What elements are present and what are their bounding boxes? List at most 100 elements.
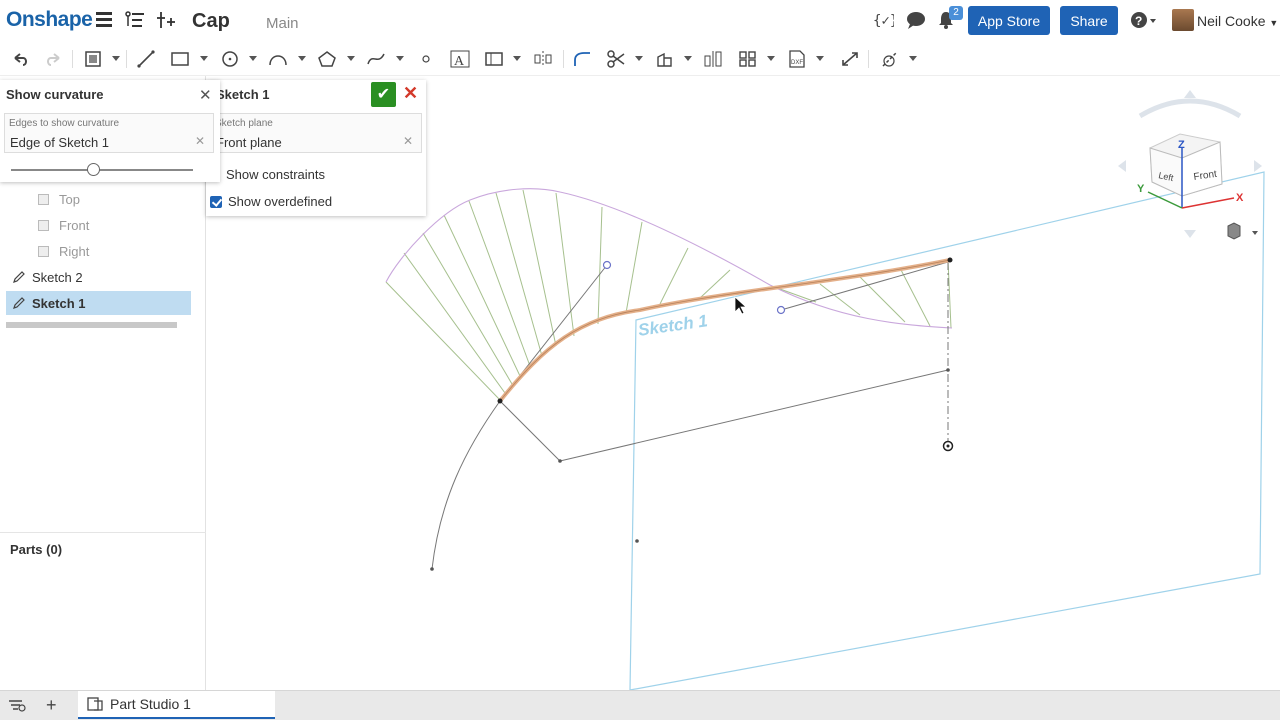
- spline-endpoint: [497, 398, 503, 404]
- view-mode-icon: [1227, 222, 1241, 240]
- tree-scrollbar[interactable]: [6, 322, 177, 328]
- svg-text:A: A: [454, 54, 465, 68]
- tab-manager-icon[interactable]: [8, 698, 26, 712]
- parts-header[interactable]: Parts (0): [10, 542, 62, 557]
- redo-icon[interactable]: [44, 50, 64, 68]
- view-cube[interactable]: Left Front Z X Y: [1110, 86, 1280, 246]
- help-icon[interactable]: ?: [1130, 11, 1156, 31]
- comments-icon[interactable]: [905, 10, 925, 30]
- add-tab-icon[interactable]: +: [46, 696, 57, 714]
- rotate-arrows-icon: [1138, 98, 1242, 119]
- curvature-scale-slider[interactable]: [11, 169, 193, 171]
- close-icon[interactable]: ✕: [199, 86, 212, 104]
- spline-tool-icon[interactable]: [366, 50, 386, 68]
- fillet-tool-icon[interactable]: [572, 50, 592, 68]
- plane-icon: [38, 245, 49, 257]
- sketch-label-in-viewport: Sketch 1: [636, 311, 709, 340]
- z-axis-label: Z: [1178, 139, 1185, 151]
- share-button[interactable]: Share: [1060, 6, 1118, 35]
- document-title[interactable]: Cap: [192, 10, 230, 33]
- selected-spline: [498, 258, 952, 403]
- sketch-plane-field[interactable]: Sketch plane Front plane ✕: [210, 113, 422, 153]
- show-overdefined-checkbox[interactable]: [210, 195, 222, 208]
- plane-label: Top: [59, 191, 80, 207]
- show-overdefined-option[interactable]: Show overdefined: [210, 194, 332, 209]
- front-plane-outline: [629, 171, 1265, 690]
- grid-pattern-icon[interactable]: [738, 50, 758, 68]
- sketch-label: Sketch 1: [32, 295, 86, 311]
- pattern-tool-icon[interactable]: [703, 50, 723, 68]
- y-axis-label: Y: [1137, 183, 1145, 195]
- clear-selection-icon[interactable]: ✕: [403, 134, 413, 148]
- x-axis: [1181, 197, 1235, 209]
- x-axis-label: X: [1236, 192, 1244, 204]
- plane-label: Front: [59, 217, 90, 233]
- onshape-logo[interactable]: Onshape: [6, 8, 93, 32]
- line-tool-icon[interactable]: [136, 50, 156, 68]
- clear-selection-icon[interactable]: ✕: [195, 134, 205, 148]
- curvature-comb: [385, 189, 952, 401]
- field-label: Edges to show curvature: [9, 118, 120, 129]
- checkbox-label: Show constraints: [226, 167, 325, 182]
- control-point: [776, 305, 786, 315]
- spline-endpoint: [947, 257, 953, 263]
- field-value: Front plane: [216, 135, 282, 150]
- tree-item-top-plane[interactable]: Top: [0, 187, 191, 211]
- feature-list-icon[interactable]: [124, 10, 144, 30]
- chevron-down-icon: [1252, 231, 1258, 235]
- menu-icon[interactable]: [96, 12, 112, 27]
- sketch-point: [430, 567, 434, 571]
- clipboard-icon[interactable]: [84, 50, 104, 68]
- image-tool-icon[interactable]: [484, 50, 504, 68]
- point-tool-icon[interactable]: [416, 50, 436, 68]
- construction-toggle-icon[interactable]: [880, 50, 900, 68]
- field-label: Sketch plane: [215, 118, 273, 129]
- sketch-pencil-icon: [13, 271, 25, 283]
- transform-tool-icon[interactable]: [840, 50, 860, 68]
- code-brackets-icon[interactable]: {✓}: [872, 10, 898, 30]
- svg-text:DXF: DXF: [791, 60, 803, 66]
- sketch-point: [558, 459, 562, 463]
- field-value: Edge of Sketch 1: [10, 135, 110, 150]
- circle-tool-icon[interactable]: [220, 50, 240, 68]
- show-curvature-dialog: Show curvature ✕ Edges to show curvature…: [0, 80, 220, 182]
- edges-selection-field[interactable]: Edges to show curvature Edge of Sketch 1…: [4, 113, 214, 153]
- cancel-x-button[interactable]: ✕: [403, 83, 418, 104]
- sketch-toolbar: A DXF: [0, 42, 1280, 76]
- plane-icon: [38, 193, 49, 205]
- trim-tool-icon[interactable]: [606, 50, 626, 68]
- svg-text:?: ?: [1135, 14, 1142, 28]
- app-store-button[interactable]: App Store: [968, 6, 1050, 35]
- checkbox-label: Show overdefined: [228, 194, 333, 209]
- tree-item-sketch-1[interactable]: Sketch 1: [6, 291, 191, 315]
- construction-geometry: [431, 261, 949, 570]
- sketch-point: [946, 368, 950, 372]
- tab-part-studio-1[interactable]: Part Studio 1: [78, 691, 275, 719]
- user-menu[interactable]: Neil Cooke ▼: [1197, 13, 1278, 29]
- text-tool-icon[interactable]: A: [450, 50, 470, 69]
- undo-icon[interactable]: [10, 50, 30, 68]
- part-studio-icon: [87, 697, 103, 711]
- notification-badge: 2: [949, 6, 963, 20]
- branch-label[interactable]: Main: [266, 15, 299, 32]
- user-avatar[interactable]: [1172, 9, 1194, 31]
- accept-checkmark-button[interactable]: ✔: [371, 82, 396, 107]
- dxf-import-icon[interactable]: DXF: [787, 50, 807, 68]
- mirror-tool-icon[interactable]: [533, 50, 553, 68]
- show-constraints-option[interactable]: Show constraints: [226, 167, 325, 182]
- svg-text:{✓}: {✓}: [873, 13, 894, 29]
- tree-item-sketch-2[interactable]: Sketch 2: [0, 265, 191, 289]
- rectangle-tool-icon[interactable]: [170, 50, 190, 68]
- sketch-dialog: Sketch 1 ✔ ✕ Sketch plane Front plane ✕ …: [205, 80, 426, 216]
- control-point: [602, 260, 612, 270]
- arc-tool-icon[interactable]: [268, 50, 288, 68]
- slider-handle[interactable]: [86, 163, 100, 176]
- add-variable-icon[interactable]: [156, 10, 176, 30]
- tree-item-front-plane[interactable]: Front: [0, 213, 191, 237]
- tree-item-right-plane[interactable]: Right: [0, 239, 191, 263]
- divider: [0, 532, 206, 533]
- use-tool-icon[interactable]: [655, 50, 675, 68]
- mouse-cursor-icon: [734, 296, 748, 315]
- tab-label: Part Studio 1: [110, 696, 191, 712]
- polygon-tool-icon[interactable]: [317, 50, 337, 68]
